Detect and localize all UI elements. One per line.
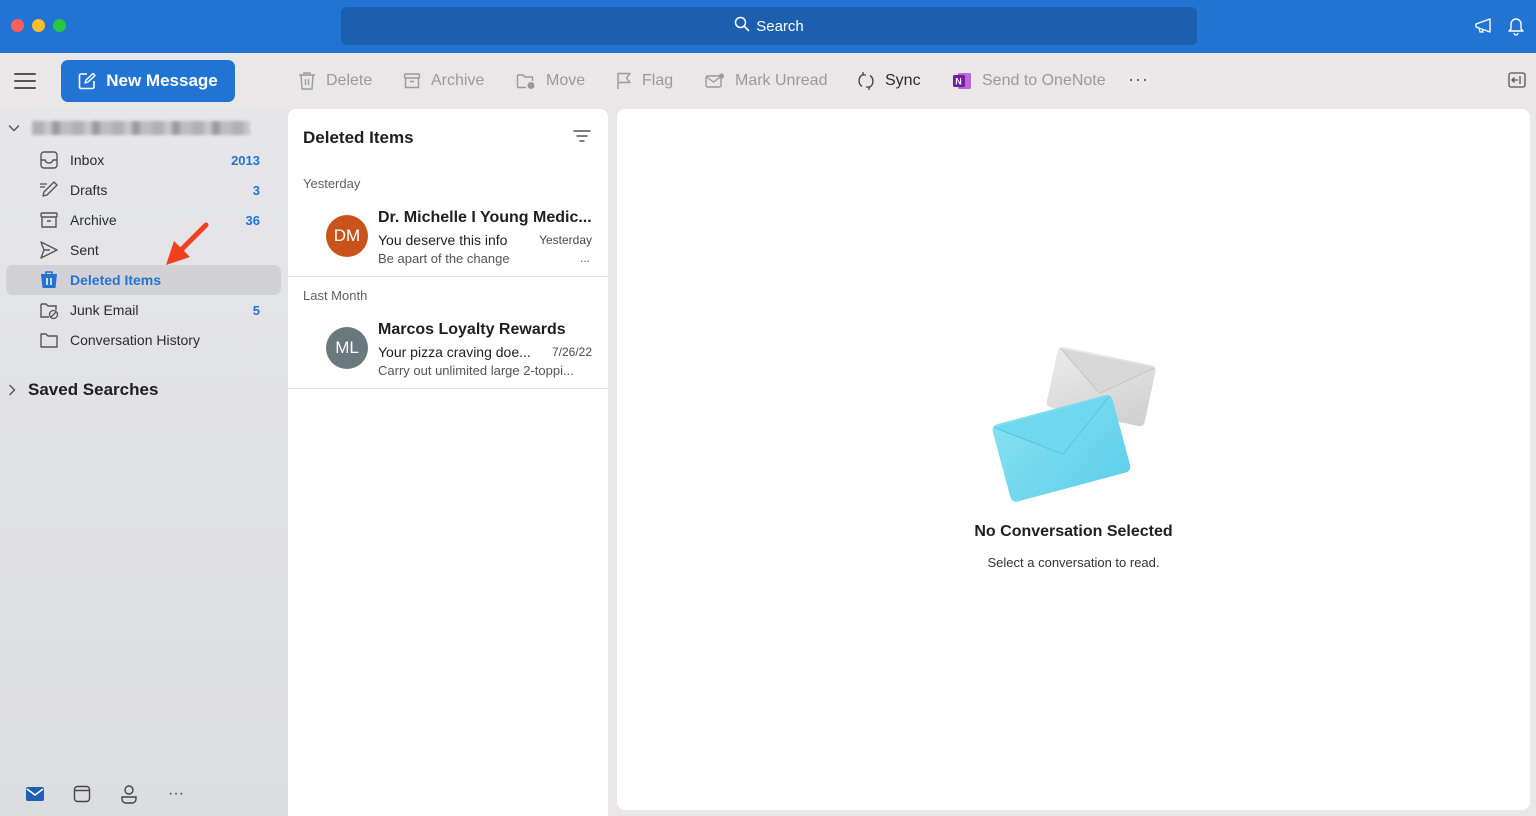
folder-title: Deleted Items	[303, 128, 414, 147]
group-header: Yesterday	[303, 176, 361, 191]
reading-pane: No Conversation Selected Select a conver…	[617, 109, 1530, 810]
message-preview: Carry out unlimited large 2-toppi...	[378, 363, 574, 378]
delete-button[interactable]: Delete	[298, 69, 372, 93]
message-subject: Your pizza craving doe...	[378, 344, 531, 360]
divider	[288, 276, 608, 277]
message-subject: You deserve this info	[378, 232, 508, 248]
drafts-pencil-icon	[40, 181, 58, 197]
archive-button[interactable]: Archive	[403, 69, 484, 93]
filter-icon[interactable]	[573, 129, 591, 148]
megaphone-icon[interactable]	[1472, 14, 1496, 38]
divider	[288, 388, 608, 389]
sidebar-item-deleted-items[interactable]: Deleted Items	[6, 265, 281, 295]
archive-icon	[403, 73, 421, 89]
message-preview: Be apart of the change	[378, 251, 510, 266]
flag-icon	[617, 72, 631, 89]
unread-count: 5	[252, 302, 260, 318]
empty-state-title: No Conversation Selected	[974, 523, 1173, 540]
bell-icon[interactable]	[1504, 14, 1528, 38]
account-header[interactable]	[8, 119, 250, 137]
sidebar-item-inbox[interactable]: Inbox 2013	[6, 145, 281, 175]
title-bar: Search	[0, 0, 1536, 53]
new-message-button[interactable]: New Message	[61, 60, 235, 102]
sidebar-item-conversation-history[interactable]: Conversation History	[6, 325, 281, 355]
sync-button[interactable]: Sync	[857, 69, 921, 93]
search-icon	[734, 16, 756, 36]
move-button[interactable]: Move	[516, 69, 585, 93]
preview-ellipsis: ...	[579, 251, 590, 265]
message-item[interactable]: DM Dr. Michelle I Young Medic... You des…	[288, 207, 608, 287]
send-to-onenote-button[interactable]: N Send to OneNote	[952, 69, 1106, 93]
message-date: Yesterday	[539, 233, 592, 247]
calendar-icon[interactable]	[70, 782, 94, 806]
flag-button[interactable]: Flag	[616, 69, 673, 93]
mail-icon[interactable]	[23, 782, 47, 806]
mark-unread-button[interactable]: Mark Unread	[705, 69, 827, 93]
new-message-label: New Message	[106, 71, 218, 90]
mark-unread-icon	[705, 73, 724, 88]
collapse-pane-icon[interactable]	[1508, 72, 1526, 93]
annotation-arrow-icon	[166, 222, 209, 265]
onenote-icon: N	[953, 73, 971, 89]
saved-searches-section[interactable]: Saved Searches	[8, 380, 158, 400]
trash-icon	[41, 271, 57, 288]
move-folder-icon	[516, 74, 535, 89]
unread-count: 3	[252, 182, 260, 198]
avatar: DM	[326, 215, 368, 257]
message-sender: Dr. Michelle I Young Medic...	[378, 209, 592, 226]
unread-count: 2013	[231, 152, 260, 168]
more-actions-button[interactable]: ···	[1128, 69, 1149, 90]
account-name-redacted	[32, 121, 250, 135]
people-icon[interactable]	[117, 782, 141, 806]
archive-icon	[40, 212, 58, 228]
close-window-button[interactable]	[11, 19, 24, 32]
unread-count: 36	[245, 212, 260, 228]
folder-icon	[40, 333, 58, 348]
minimize-window-button[interactable]	[32, 19, 45, 32]
avatar: ML	[326, 327, 368, 369]
zoom-window-button[interactable]	[53, 19, 66, 32]
group-header: Last Month	[303, 288, 368, 303]
chevron-down-icon	[8, 125, 20, 132]
chevron-right-icon	[9, 384, 16, 396]
sidebar-item-junk-email[interactable]: Junk Email 5	[6, 295, 281, 325]
message-item[interactable]: ML Marcos Loyalty Rewards Your pizza cra…	[288, 319, 608, 399]
junk-folder-icon	[40, 303, 59, 320]
sidebar-item-drafts[interactable]: Drafts 3	[6, 175, 281, 205]
sync-icon	[858, 72, 874, 90]
empty-state-subtitle: Select a conversation to read.	[987, 555, 1160, 570]
message-date: 7/26/22	[551, 345, 592, 359]
message-sender: Marcos Loyalty Rewards	[378, 321, 566, 338]
svg-text:N: N	[955, 77, 962, 87]
bottom-navigation: ···	[0, 779, 288, 809]
envelopes-illustration-icon	[992, 347, 1156, 502]
message-list-pane: Deleted Items Yesterday DM Dr. Michelle …	[288, 109, 608, 816]
hamburger-menu-icon[interactable]	[14, 73, 36, 89]
compose-icon	[78, 72, 96, 90]
search-placeholder: Search	[756, 17, 804, 35]
inbox-icon	[40, 151, 58, 169]
more-apps-icon[interactable]: ···	[164, 782, 188, 806]
toolbar: New Message Delete Archive Move Flag Mar…	[0, 53, 1536, 109]
search-input[interactable]: Search	[341, 7, 1197, 45]
sidebar-item-sent[interactable]: Sent	[6, 235, 281, 265]
trash-icon	[299, 72, 315, 90]
send-icon	[40, 241, 58, 259]
folder-sidebar: Inbox 2013 Drafts 3 Archive 36 Sent Dele…	[0, 109, 288, 816]
sidebar-item-archive[interactable]: Archive 36	[6, 205, 281, 235]
